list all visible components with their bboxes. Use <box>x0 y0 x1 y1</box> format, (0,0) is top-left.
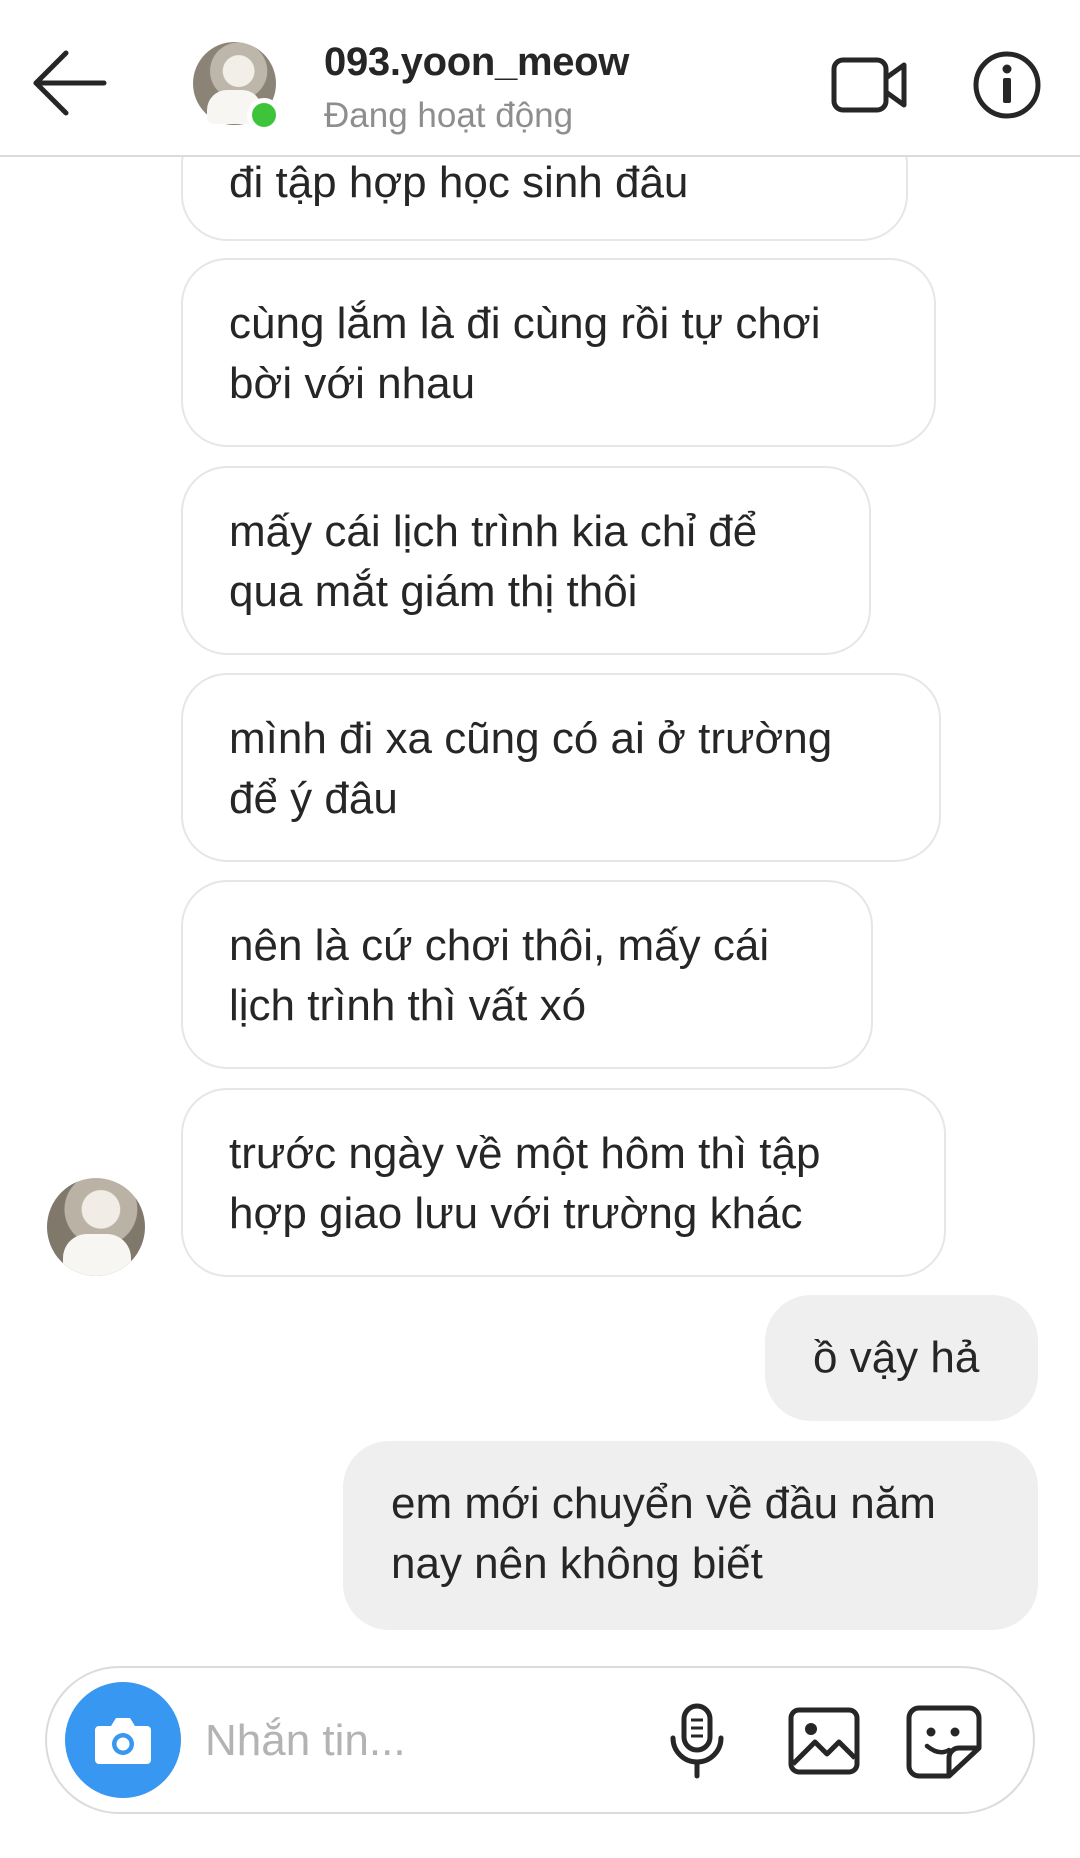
video-call-icon <box>831 57 907 113</box>
message-bubble-incoming[interactable]: mấy cái lịch trình kia chỉ để qua mắt gi… <box>181 466 871 655</box>
message-composer <box>45 1666 1035 1814</box>
message-text: cùng lắm là đi cùng rồi tự chơi <box>229 299 821 348</box>
message-text: trước ngày về một hôm thì tập <box>229 1129 821 1178</box>
sticker-icon <box>906 1705 982 1779</box>
message-text: mình đi xa cũng có ai ở trường <box>229 714 833 763</box>
message-bubble-incoming[interactable]: nên là cứ chơi thôi, mấy cái lịch trình … <box>181 880 873 1069</box>
message-text: nay nên không biết <box>391 1539 763 1588</box>
message-bubble-incoming[interactable]: trước ngày về một hôm thì tập hợp giao l… <box>181 1088 946 1277</box>
message-text: ồ vậy hả <box>813 1333 980 1382</box>
chat-header: 093.yoon_meow Đang hoạt động <box>0 0 1080 157</box>
message-text: bời với nhau <box>229 359 476 408</box>
info-button[interactable] <box>972 50 1042 120</box>
camera-icon <box>95 1718 151 1764</box>
video-call-button[interactable] <box>830 50 910 120</box>
avatar-photo <box>63 1234 131 1276</box>
arrow-left-icon <box>33 50 107 116</box>
message-bubble-incoming[interactable]: mình đi xa cũng có ai ở trường để ý đâu <box>181 673 941 862</box>
message-text: hợp giao lưu với trường khác <box>229 1189 803 1238</box>
message-bubble-incoming[interactable]: cùng lắm là đi cùng rồi tự chơi bời với … <box>181 258 936 447</box>
message-text: để ý đâu <box>229 774 398 823</box>
sticker-button[interactable] <box>905 1704 983 1780</box>
microphone-icon <box>670 1703 724 1779</box>
contact-username[interactable]: 093.yoon_meow <box>324 40 629 85</box>
gallery-button[interactable] <box>787 1704 861 1778</box>
back-button[interactable] <box>30 48 110 118</box>
message-text: em mới chuyển về đầu năm <box>391 1479 936 1528</box>
info-icon <box>973 51 1041 119</box>
camera-button[interactable] <box>65 1682 181 1798</box>
message-text: lịch trình thì vất xó <box>229 981 587 1030</box>
sender-avatar[interactable] <box>47 1178 145 1276</box>
message-bubble-outgoing[interactable]: em mới chuyển về đầu năm nay nên không b… <box>343 1441 1038 1630</box>
message-bubble-outgoing[interactable]: ồ vậy hả <box>765 1295 1038 1421</box>
message-text: nên là cứ chơi thôi, mấy cái <box>229 921 770 970</box>
message-text: mấy cái lịch trình kia chỉ để <box>229 507 758 556</box>
online-status-dot <box>247 98 281 132</box>
message-text: qua mắt giám thị thôi <box>229 567 638 616</box>
message-text: đi tập hợp học sinh đâu <box>229 158 689 207</box>
voice-message-button[interactable] <box>667 1702 727 1780</box>
activity-status: Đang hoạt động <box>324 96 574 135</box>
message-input[interactable] <box>205 1706 625 1776</box>
image-icon <box>788 1707 860 1775</box>
